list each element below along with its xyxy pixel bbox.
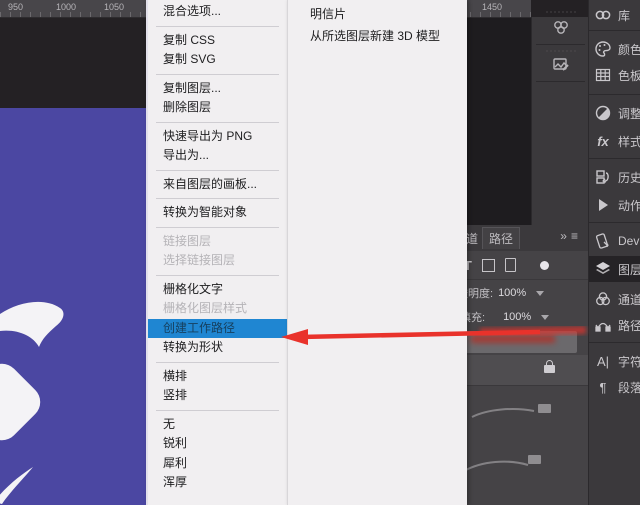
layer-thumbnail-bar[interactable] [465,331,577,353]
fill-value[interactable]: 100% [503,311,531,323]
menu-item-artboard-from-layers[interactable]: 来自图层的画板... [148,175,287,195]
fill-dropdown-icon[interactable] [541,315,549,320]
paragraph-icon: ¶ [594,378,612,396]
panel-menu-icon[interactable]: ≡ [571,229,582,243]
paths-icon [594,316,612,334]
layers-icon [594,260,612,278]
dock-item-history[interactable]: 历史记录 [589,164,640,190]
dock-item-color[interactable]: 颜色 [589,36,640,62]
menu-separator [156,26,279,27]
dock-item-swatches[interactable]: 色板 [589,62,640,88]
menu-item-copy-css[interactable]: 复制 CSS [148,31,287,51]
libraries-icon [594,6,612,24]
menu-separator [156,198,279,199]
menu-item-antialias-none[interactable]: 无 [148,415,287,435]
panel-icon-flower[interactable] [546,11,576,39]
ruler-label: 1050 [104,2,124,12]
menu-item-horizontal[interactable]: 横排 [148,367,287,387]
opacity-dropdown-icon[interactable] [536,291,544,296]
submenu-item-new-3d-model[interactable]: 从所选图层新建 3D 模型 [288,25,467,47]
adjustments-icon [594,104,612,122]
dock-separator [589,222,640,223]
character-icon: A| [594,352,612,370]
styles-fx-icon: fx [594,132,612,150]
ruler-label: 950 [8,2,23,12]
tab-paths[interactable]: 路径 [482,227,520,249]
ruler-label: 1450 [482,2,502,12]
menu-item-convert-to-shape[interactable]: 转换为形状 [148,338,287,358]
menu-item-delete-layer[interactable]: 删除图层 [148,98,287,118]
menu-item-vertical[interactable]: 竖排 [148,386,287,406]
dock-item-adjustments[interactable]: 调整 [589,100,640,126]
dock-item-channels[interactable]: 通道 [589,286,640,312]
menu-separator [156,74,279,75]
panel-icon-image-brush[interactable] [546,50,576,78]
layer-badge-icon [538,404,551,413]
filter-toggle-icon[interactable] [540,261,549,270]
menu-separator [156,122,279,123]
swatches-grid-icon [594,66,612,84]
menu-separator [156,227,279,228]
dock-item-paragraph[interactable]: ¶ 段落 [589,374,640,400]
dock-separator [589,342,640,343]
menu-separator [156,410,279,411]
dock-item-device-preview[interactable]: Dev [589,228,640,254]
menu-item-export-as[interactable]: 导出为... [148,146,287,166]
dock-separator [589,94,640,95]
menu-item-blending-options[interactable]: 混合选项... [148,2,287,22]
collapse-panels-icon[interactable]: » [560,229,571,243]
layer-badge-icon [528,455,541,464]
dock-item-actions[interactable]: 动作 [589,192,640,218]
script-letter-shape [0,108,150,505]
menu-separator [156,275,279,276]
layer-submenu: 明信片 从所选图层新建 3D 模型 [287,0,467,505]
menu-item-rasterize-layer-style: 栅格化图层样式 [148,299,287,319]
dock-item-styles[interactable]: fx 样式 [589,128,640,154]
smart-object-filter-icon[interactable] [505,258,516,272]
menu-item-select-linked-layers: 选择链接图层 [148,251,287,271]
menu-item-rasterize-type[interactable]: 栅格化文字 [148,280,287,300]
ruler-label: 1000 [56,2,76,12]
menu-separator [156,362,279,363]
history-icon [594,168,612,186]
shape-filter-icon[interactable] [482,259,495,272]
collapsed-panel-dock [531,17,589,225]
menu-item-duplicate-layer[interactable]: 复制图层... [148,79,287,99]
dock-separator [589,158,640,159]
menu-item-antialias-strong[interactable]: 浑厚 [148,473,287,493]
panel-dock: 库 颜色 色板 调整 fx 样式 [588,0,640,505]
menu-separator [156,170,279,171]
color-palette-icon [594,40,612,58]
dock-item-libraries[interactable]: 库 [589,2,640,28]
menu-item-convert-to-smart-object[interactable]: 转换为智能对象 [148,203,287,223]
dock-separator [536,44,585,45]
tab-channels-partial[interactable]: 道 [466,230,478,247]
photoshop-workspace: 950 1000 1050 1450 道 路径 »≡ ◑ T [0,0,640,505]
layer-lock-icon[interactable] [544,365,555,373]
submenu-item-postcard[interactable]: 明信片 [288,3,467,25]
layer-context-menu: 混合选项... 复制 CSS 复制 SVG 复制图层... 删除图层 快速导出为… [146,0,287,505]
menu-item-antialias-crisp[interactable]: 犀利 [148,454,287,474]
dock-item-character[interactable]: A| 字符 [589,348,640,374]
document-canvas [0,108,150,505]
canvas-dark-region [467,17,531,225]
dock-separator [589,30,640,31]
dock-item-paths[interactable]: 路径 [589,312,640,338]
channels-icon [594,290,612,308]
actions-play-icon [594,196,612,214]
menu-item-create-work-path[interactable]: 创建工作路径 [148,319,287,339]
menu-item-quick-export-png[interactable]: 快速导出为 PNG [148,127,287,147]
device-preview-icon [594,232,612,250]
dock-separator [536,81,585,82]
arrow-blur-smear [471,335,555,343]
menu-item-antialias-sharp[interactable]: 锐利 [148,434,287,454]
dock-item-layers[interactable]: 图层 [589,256,640,282]
menu-item-copy-svg[interactable]: 复制 SVG [148,50,287,70]
menu-item-link-layers: 链接图层 [148,232,287,252]
opacity-value[interactable]: 100% [498,287,526,299]
